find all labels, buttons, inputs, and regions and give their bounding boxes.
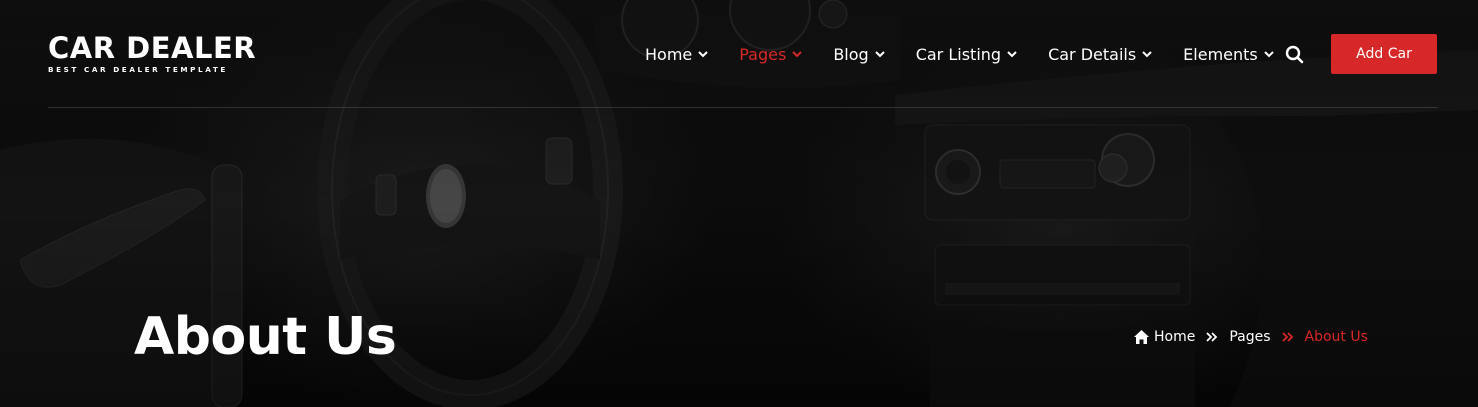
chevron-down-icon xyxy=(874,49,886,59)
breadcrumb-home[interactable]: Home xyxy=(1133,329,1195,345)
nav-item-label: Elements xyxy=(1183,44,1258,64)
nav-item-label: Home xyxy=(645,44,693,64)
breadcrumb-label: Home xyxy=(1154,329,1196,345)
add-car-button[interactable]: Add Car xyxy=(1331,34,1437,74)
nav-item-blog[interactable]: Blog xyxy=(833,45,885,64)
chevron-down-icon xyxy=(1263,49,1275,59)
nav-item-label: Car Listing xyxy=(915,44,1002,64)
breadcrumb-current: About Us xyxy=(1305,329,1368,345)
nav-item-pages[interactable]: Pages xyxy=(739,45,803,64)
page-title: About Us xyxy=(134,307,397,367)
breadcrumb-label: About Us xyxy=(1304,329,1368,345)
site-header: CAR DEALER BEST CAR DEALER TEMPLATE Home… xyxy=(0,0,1478,108)
nav-item-label: Blog xyxy=(833,44,869,64)
search-icon[interactable] xyxy=(1284,44,1306,66)
breadcrumb: Home Pages About Us xyxy=(1133,327,1368,347)
header-divider xyxy=(48,107,1438,108)
brand-tagline: BEST CAR DEALER TEMPLATE xyxy=(48,65,228,74)
nav-item-elements[interactable]: Elements xyxy=(1183,45,1275,64)
chevron-down-icon xyxy=(791,49,803,59)
brand-name: CAR DEALER xyxy=(48,31,257,65)
chevron-down-icon xyxy=(697,49,709,59)
chevron-down-icon xyxy=(1006,49,1018,59)
breadcrumb-label: Pages xyxy=(1229,329,1271,345)
breadcrumb-pages[interactable]: Pages xyxy=(1229,329,1270,345)
brand-logo[interactable]: CAR DEALER BEST CAR DEALER TEMPLATE xyxy=(48,32,268,74)
home-icon xyxy=(1134,330,1149,344)
nav-item-car-listing[interactable]: Car Listing xyxy=(916,45,1018,64)
nav-item-home[interactable]: Home xyxy=(645,45,709,64)
double-chevron-right-icon xyxy=(1206,332,1218,342)
chevron-down-icon xyxy=(1141,49,1153,59)
nav-item-label: Pages xyxy=(739,44,787,64)
double-chevron-right-icon xyxy=(1281,332,1293,342)
main-nav: Home Pages Blog Car Listing Car Details xyxy=(630,34,1290,74)
nav-item-car-details[interactable]: Car Details xyxy=(1048,45,1153,64)
nav-item-label: Car Details xyxy=(1048,44,1137,64)
